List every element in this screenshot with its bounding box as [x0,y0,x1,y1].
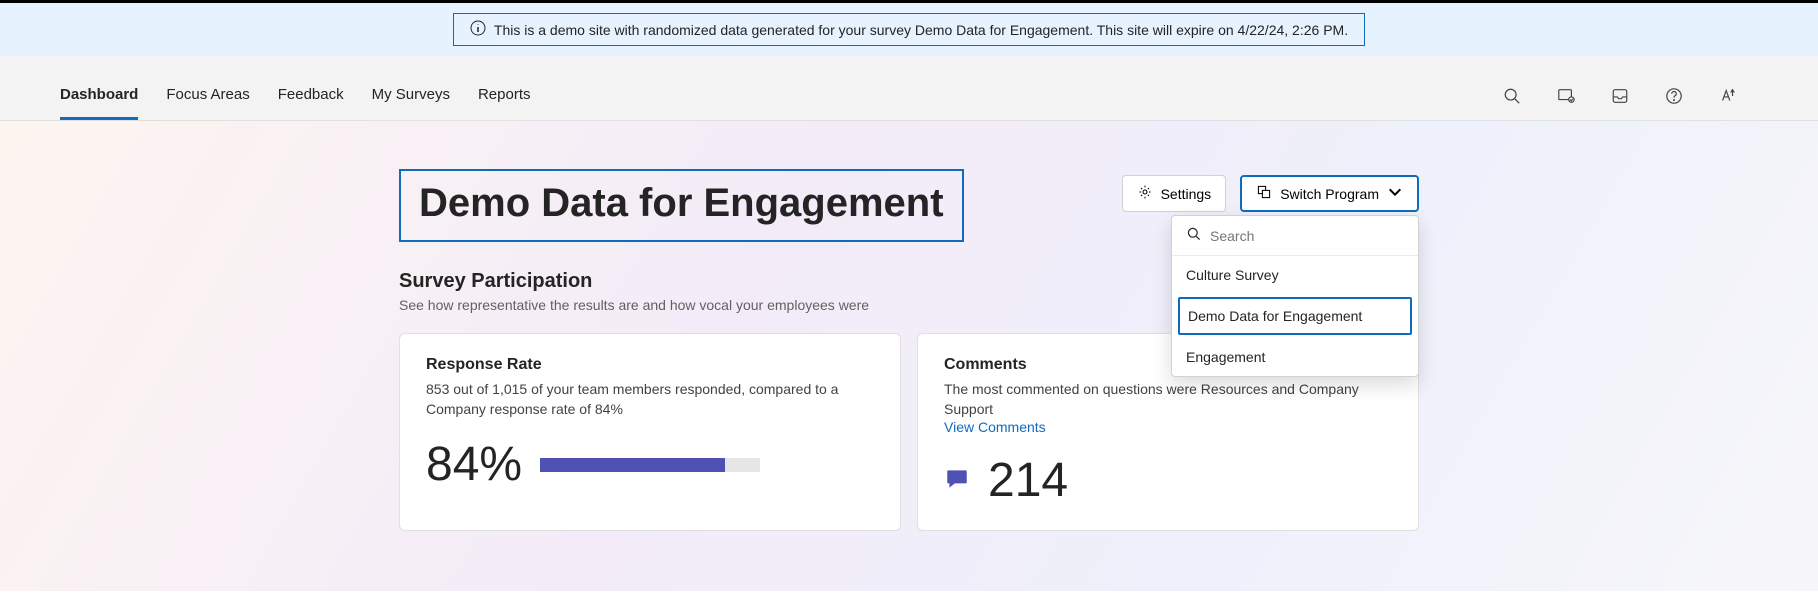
response-rate-subtitle: 853 out of 1,015 of your team members re… [426,380,874,419]
tab-reports[interactable]: Reports [478,86,531,120]
info-icon [470,20,486,39]
tab-my-surveys[interactable]: My Surveys [372,86,450,120]
switch-program-button[interactable]: Switch Program [1240,175,1419,212]
gear-icon [1137,184,1153,203]
view-comments-link[interactable]: View Comments [944,419,1392,435]
program-option-demo[interactable]: Demo Data for Engagement [1178,297,1412,335]
font-icon[interactable] [1718,86,1738,106]
device-icon[interactable] [1556,86,1576,106]
chevron-down-icon [1387,184,1403,203]
main-nav: Dashboard Focus Areas Feedback My Survey… [0,56,1818,120]
response-rate-title: Response Rate [426,356,874,374]
switch-program-dropdown: Culture Survey Demo Data for Engagement … [1171,215,1419,377]
response-rate-value: 84% [426,437,522,492]
tab-dashboard[interactable]: Dashboard [60,86,138,120]
search-icon[interactable] [1502,86,1522,106]
comments-subtitle: The most commented on questions were Res… [944,380,1392,419]
response-rate-bar-fill [540,458,725,472]
switch-icon [1256,184,1272,203]
help-icon[interactable] [1664,86,1684,106]
switch-label: Switch Program [1280,186,1379,202]
banner-text: This is a demo site with randomized data… [494,22,1348,38]
tab-focus-areas[interactable]: Focus Areas [166,86,249,120]
comment-icon [944,466,970,495]
comments-count: 214 [988,453,1068,508]
program-search-input[interactable] [1210,228,1404,244]
search-icon [1186,226,1202,245]
response-rate-card: Response Rate 853 out of 1,015 of your t… [399,333,901,531]
page-title-box: Demo Data for Engagement [399,169,964,242]
settings-button[interactable]: Settings [1122,175,1227,212]
page-title: Demo Data for Engagement [419,181,944,226]
inbox-icon[interactable] [1610,86,1630,106]
program-option-culture[interactable]: Culture Survey [1172,256,1418,294]
settings-label: Settings [1161,186,1212,202]
tab-feedback[interactable]: Feedback [278,86,344,120]
demo-banner: This is a demo site with randomized data… [0,3,1818,56]
response-rate-bar [540,458,760,472]
program-option-engagement[interactable]: Engagement [1172,338,1418,376]
